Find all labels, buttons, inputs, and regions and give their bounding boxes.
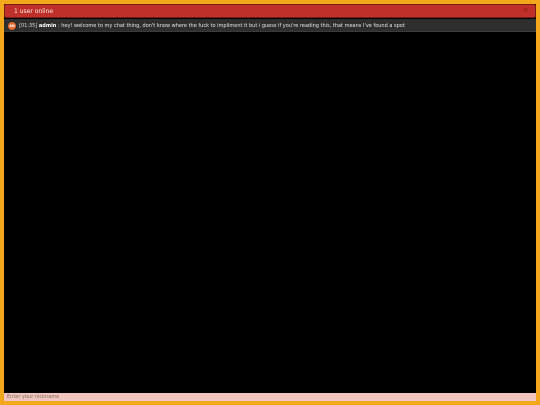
close-icon[interactable]: × — [521, 6, 530, 15]
user-avatar: AD — [8, 22, 16, 30]
message-content: [01:35] admin : hey! welcome to my chat … — [19, 22, 405, 30]
chat-message: AD [01:35] admin : hey! welcome to my ch… — [4, 19, 536, 32]
message-timestamp: [01:35] — [19, 23, 38, 29]
chat-log-area — [4, 32, 536, 392]
message-separator: : — [57, 23, 60, 29]
chat-window: 1 user online × AD [01:35] admin : hey! … — [4, 4, 536, 401]
online-count: 1 user online — [14, 8, 54, 15]
message-text: hey! welcome to my chat thing, don't kno… — [61, 23, 405, 29]
message-username[interactable]: admin — [39, 23, 56, 29]
chat-header: 1 user online × — [4, 4, 536, 18]
nickname-input[interactable] — [4, 393, 536, 401]
